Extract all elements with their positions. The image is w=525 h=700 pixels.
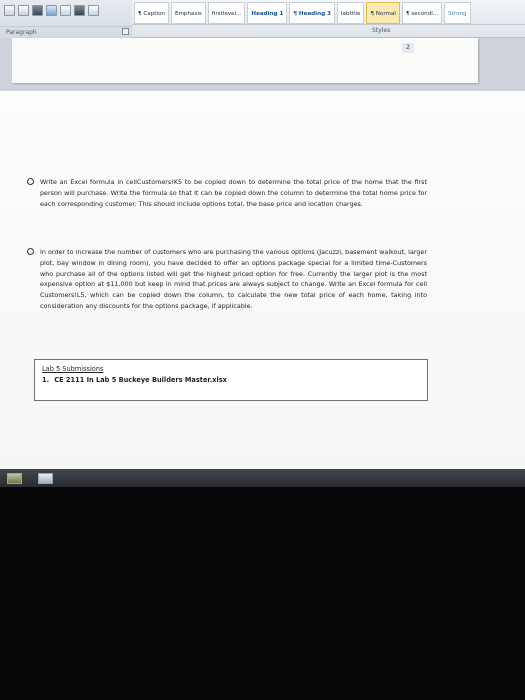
line-spacing-icon[interactable] <box>60 5 71 16</box>
paragraph-tools <box>4 5 99 16</box>
document-workspace: 2 Write an Excel formula in cellCustomer… <box>0 38 525 481</box>
borders-icon[interactable] <box>88 5 99 16</box>
styles-group-edge <box>132 24 525 38</box>
shading-icon[interactable] <box>74 5 85 16</box>
paragraph-group: Paragraph <box>0 0 132 38</box>
style-tile[interactable]: ¶ Heading 3 <box>289 2 335 24</box>
submissions-heading: Lab 5 Submissions <box>42 365 104 373</box>
style-tile[interactable]: Emphasis <box>170 2 206 24</box>
taskbar <box>0 469 525 487</box>
ribbon: Paragraph ¶ Caption Emphasis firstlevel...… <box>0 0 525 38</box>
align-left-icon[interactable] <box>4 5 15 16</box>
bullet-icon <box>27 178 34 185</box>
align-center-icon[interactable] <box>18 5 29 16</box>
style-tile[interactable]: ¶ Normal <box>366 2 400 24</box>
styles-group-label: Styles <box>372 27 391 34</box>
paragraph-group-label: Paragraph <box>0 26 132 38</box>
instruction-paragraph: Write an Excel formula in cellCustomers!… <box>40 178 427 208</box>
style-tile[interactable]: ¶ secondl... <box>401 2 443 24</box>
styles-gallery: ¶ Caption Emphasis firstlevel... Heading 1 ¶… <box>134 2 471 24</box>
document-page[interactable]: Write an Excel formula in cellCustomers!… <box>0 91 525 481</box>
bullet-icon <box>27 248 34 255</box>
word-document-icon[interactable] <box>38 473 53 484</box>
instruction-paragraph: In order to increase the number of custo… <box>40 248 427 310</box>
style-tile[interactable]: Strong <box>444 2 471 24</box>
align-right-icon[interactable] <box>32 5 43 16</box>
style-tile[interactable]: Heading 1 <box>247 2 288 24</box>
submissions-box: Lab 5 Submissions 1. CE 2111 In Lab 5 Bu… <box>34 359 428 401</box>
justify-icon[interactable] <box>46 5 57 16</box>
submission-item-number: 1. <box>42 376 50 384</box>
style-tile[interactable]: firstlevel... <box>207 2 246 24</box>
style-tile[interactable]: labtitle <box>336 2 365 24</box>
style-tile[interactable]: ¶ Caption <box>134 2 169 24</box>
submission-item-text: CE 2111 In Lab 5 Buckeye Builders Master… <box>54 376 227 384</box>
page-number: 2 <box>402 43 414 53</box>
screen-bezel <box>0 487 525 700</box>
submission-item: 1. CE 2111 In Lab 5 Buckeye Builders Mas… <box>42 374 427 386</box>
start-button-icon[interactable] <box>7 473 22 484</box>
paragraph-dialog-launcher-icon[interactable] <box>122 28 129 35</box>
previous-page: 2 <box>12 38 478 83</box>
